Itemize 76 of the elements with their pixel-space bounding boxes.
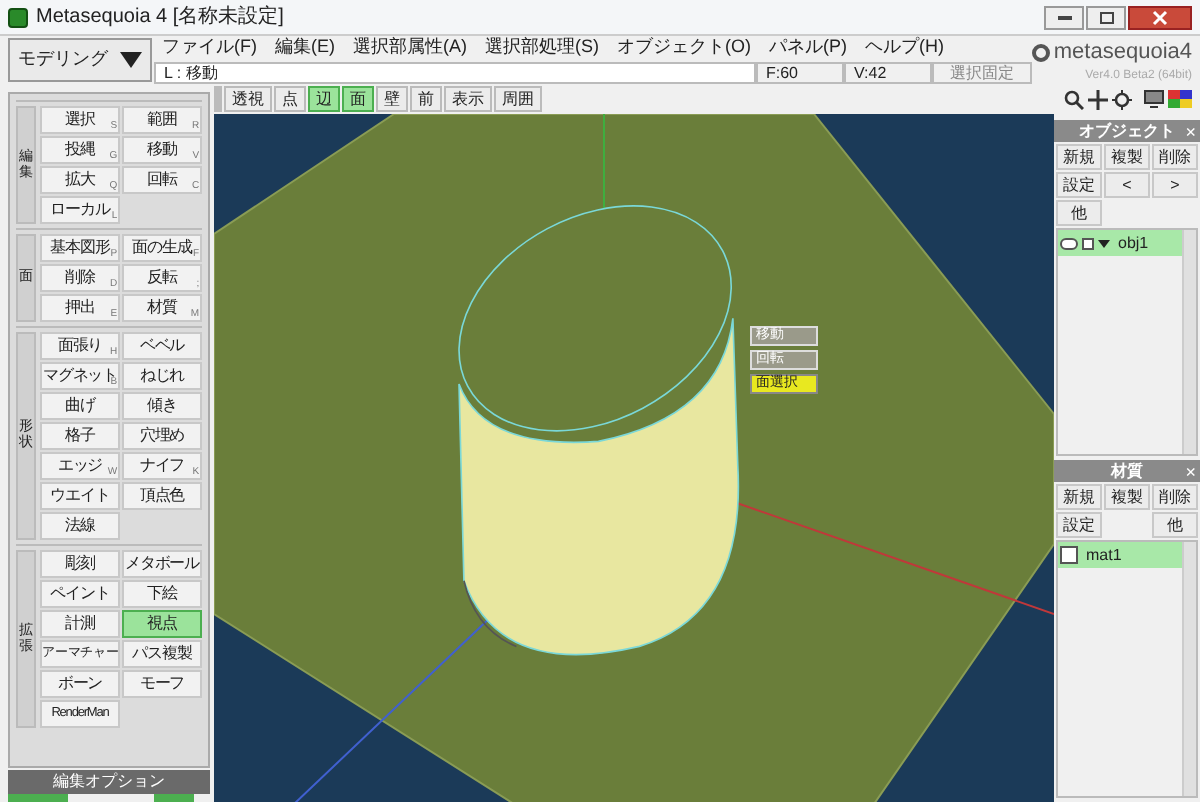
command-button[interactable]: ベベル xyxy=(122,332,202,360)
vertex-count: V:42 xyxy=(844,61,932,83)
command-button[interactable]: メタボール xyxy=(122,550,202,578)
item-name: obj1 xyxy=(1118,231,1149,255)
command-button[interactable]: 格子 xyxy=(40,422,120,450)
scrollbar-icon[interactable] xyxy=(214,86,222,112)
panel-button[interactable]: < xyxy=(1104,172,1150,198)
view-toggle[interactable]: 表示 xyxy=(444,86,492,112)
material-list-item[interactable]: mat1 xyxy=(1058,542,1182,568)
menu-item[interactable]: ファイル(F) xyxy=(162,34,257,62)
panel-button[interactable]: 複製 xyxy=(1104,484,1150,510)
panel-title: 材質 xyxy=(1111,459,1143,483)
panel-button[interactable]: 他 xyxy=(1056,200,1102,226)
panel-title: オブジェクト xyxy=(1079,119,1175,143)
mode-dropdown[interactable]: モデリング xyxy=(8,38,152,82)
command-button[interactable]: 視点 xyxy=(122,610,202,638)
panel-button[interactable]: 新規 xyxy=(1056,484,1102,510)
rotate-icon[interactable] xyxy=(1112,89,1132,109)
search-icon[interactable] xyxy=(1064,89,1084,109)
edit-options-button[interactable]: 編集オプション xyxy=(8,770,210,794)
view-toggle[interactable]: 壁 xyxy=(376,86,408,112)
logo-icon xyxy=(1031,43,1050,62)
object-list-item[interactable]: obj1 xyxy=(1058,230,1182,256)
command-button[interactable]: モーフ xyxy=(122,670,202,698)
command-button[interactable]: 下絵 xyxy=(122,580,202,608)
command-button[interactable]: ウエイト xyxy=(40,482,120,510)
expand-icon[interactable] xyxy=(1098,239,1110,247)
lock-checkbox[interactable] xyxy=(1082,237,1094,249)
logo-text: metasequoia4 xyxy=(1053,38,1192,68)
menu-item[interactable]: ヘルプ(H) xyxy=(865,34,944,62)
command-button[interactable]: 法線 xyxy=(40,512,120,540)
caret-icon xyxy=(120,52,142,68)
command-button[interactable]: ペイント xyxy=(40,580,120,608)
panel-button[interactable]: 新規 xyxy=(1056,144,1102,170)
panel-button[interactable]: 設定 xyxy=(1056,512,1102,538)
command-button[interactable]: 計測 xyxy=(40,610,120,638)
command-status: L : 移動 xyxy=(154,61,756,83)
panel-button[interactable]: 他 xyxy=(1152,512,1198,538)
panel-button[interactable]: 設定 xyxy=(1056,172,1102,198)
menu-item[interactable]: パネル(P) xyxy=(769,34,847,62)
panel-button[interactable]: 削除 xyxy=(1152,144,1198,170)
menu-item[interactable]: 選択部処理(S) xyxy=(485,34,599,62)
window-title: Metasequoia 4 [名称未設定] xyxy=(36,3,284,32)
view-toggle[interactable]: 透視 xyxy=(224,86,272,112)
item-name: mat1 xyxy=(1086,543,1122,567)
panel-button[interactable]: 複製 xyxy=(1104,144,1150,170)
view-toggle[interactable]: 面 xyxy=(342,86,374,112)
close-icon[interactable] xyxy=(1128,5,1192,29)
minimize-icon[interactable] xyxy=(1044,5,1084,29)
panel-button[interactable]: > xyxy=(1152,172,1198,198)
face-count: F:60 xyxy=(756,61,844,83)
maximize-icon[interactable] xyxy=(1086,5,1126,29)
view-toggle[interactable]: 周囲 xyxy=(494,86,542,112)
command-button[interactable]: ねじれ xyxy=(122,362,202,390)
command-button[interactable]: ボーン xyxy=(40,670,120,698)
view-toggle[interactable]: 前 xyxy=(410,86,442,112)
command-button[interactable]: 彫刻 xyxy=(40,550,120,578)
view-toggle[interactable]: 点 xyxy=(274,86,306,112)
command-button[interactable]: 傾き xyxy=(122,392,202,420)
panel-button[interactable]: 削除 xyxy=(1152,484,1198,510)
menu-item[interactable]: 選択部属性(A) xyxy=(353,34,467,62)
menu-item[interactable]: オブジェクト(O) xyxy=(617,34,751,62)
move-icon[interactable] xyxy=(1088,89,1108,109)
scrollbar[interactable] xyxy=(1182,542,1196,796)
view-toggle[interactable]: 辺 xyxy=(308,86,340,112)
menu-item[interactable]: 編集(E) xyxy=(275,34,335,62)
app-icon xyxy=(8,7,28,27)
screen-icon[interactable] xyxy=(1144,90,1164,108)
command-button[interactable]: 頂点色 xyxy=(122,482,202,510)
command-button[interactable]: 曲げ xyxy=(40,392,120,420)
visibility-icon[interactable] xyxy=(1060,237,1078,249)
command-button[interactable]: 穴埋め xyxy=(122,422,202,450)
scrollbar[interactable] xyxy=(1182,230,1196,454)
material-swatch xyxy=(1060,546,1078,564)
layout-icon[interactable] xyxy=(1168,90,1192,108)
command-button[interactable]: パス複製 xyxy=(122,640,202,668)
